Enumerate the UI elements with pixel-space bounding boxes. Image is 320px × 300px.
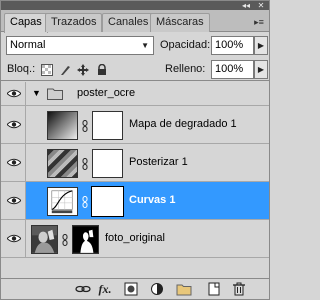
tab-trazados[interactable]: Trazados [45,13,103,32]
tab-canales[interactable]: Canales [102,13,155,32]
curves-thumbnail [47,187,78,216]
chevron-down-icon: ▼ [141,41,149,50]
fx-icon[interactable]: fx. [97,282,113,296]
lock-row: Bloq.: Relleno: 100% ▶ [1,59,269,81]
trash-icon[interactable] [231,282,247,296]
layer-gradient-map[interactable]: Mapa de degradado 1 [1,106,269,144]
blend-mode-select[interactable]: Normal ▼ [6,36,154,55]
eye-icon [7,196,21,205]
fill-label: Relleno: [165,63,206,75]
fill-field[interactable]: 100% [211,60,254,79]
panel-menu-icon[interactable]: ▸≡ [253,16,265,28]
eye-icon [7,234,21,243]
layer-mask-thumbnail[interactable] [92,149,123,178]
bottom-toolbar: fx. [1,278,269,299]
new-group-icon[interactable] [176,282,192,296]
tab-mascaras[interactable]: Máscaras [150,13,210,32]
new-layer-icon[interactable] [206,282,222,296]
eye-icon [7,89,21,98]
lock-position-icon[interactable] [77,64,89,76]
opacity-field[interactable]: 100% [211,36,254,55]
visibility-toggle[interactable] [1,106,26,143]
layer-name-curves: Curvas 1 [129,194,176,206]
gradient-map-thumbnail [47,111,78,140]
visibility-toggle[interactable] [1,220,26,257]
blend-row: Normal ▼ Opacidad: 100% ▶ [1,33,269,59]
layer-mask-thumbnail[interactable] [92,111,123,140]
opacity-label: Opacidad: [160,39,211,51]
fill-slider-button[interactable]: ▶ [254,60,268,79]
layer-posterize[interactable]: Posterizar 1 [1,144,269,182]
eye-icon [7,158,21,167]
layer-name-gradient-map: Mapa de degradado 1 [129,118,237,130]
visibility-toggle[interactable] [1,182,26,219]
chain-icon[interactable] [82,158,88,170]
tab-capas[interactable]: Capas [4,13,48,33]
chain-icon[interactable] [62,234,68,246]
panel-title-bar: ◂◂ ✕ [1,1,269,10]
group-expand-arrow-icon[interactable]: ▼ [32,88,41,98]
photo-mask-thumbnail[interactable] [72,225,99,254]
lock-transparency-icon[interactable] [41,64,53,76]
eye-icon [7,120,21,129]
layer-curves[interactable]: Curvas 1 [1,182,269,220]
layers-list: ▼ poster_ocre Mapa de degradado 1 Poster… [1,82,269,276]
layer-name-photo: foto_original [105,232,165,244]
chain-icon[interactable] [82,196,88,208]
layer-mask-thumbnail[interactable] [91,186,124,217]
visibility-toggle[interactable] [1,82,26,105]
posterize-thumbnail [47,149,78,178]
lock-label: Bloq.: [7,63,36,75]
blend-mode-value: Normal [10,39,46,51]
mask-icon[interactable] [123,282,139,296]
lock-all-icon[interactable] [96,64,108,76]
collapse-icon[interactable]: ◂◂ [241,1,251,10]
visibility-toggle[interactable] [1,144,26,181]
folder-icon [47,88,63,100]
layer-name-posterize: Posterizar 1 [129,156,188,168]
tab-bar: Capas Trazados Canales Máscaras ▸≡ [1,10,269,33]
link-layers-icon[interactable] [75,282,91,296]
photo-thumbnail [31,225,58,254]
adjustment-icon[interactable] [149,282,165,296]
close-icon[interactable]: ✕ [256,1,266,10]
layers-panel: ◂◂ ✕ Capas Trazados Canales Máscaras ▸≡ … [0,0,270,300]
opacity-slider-button[interactable]: ▶ [254,36,268,55]
lock-pixels-icon[interactable] [59,64,71,76]
layer-foto-original[interactable]: foto_original [1,220,269,258]
layer-group-poster-ocre[interactable]: ▼ poster_ocre [1,82,269,106]
chain-icon[interactable] [82,120,88,132]
layer-name-group: poster_ocre [77,87,136,99]
